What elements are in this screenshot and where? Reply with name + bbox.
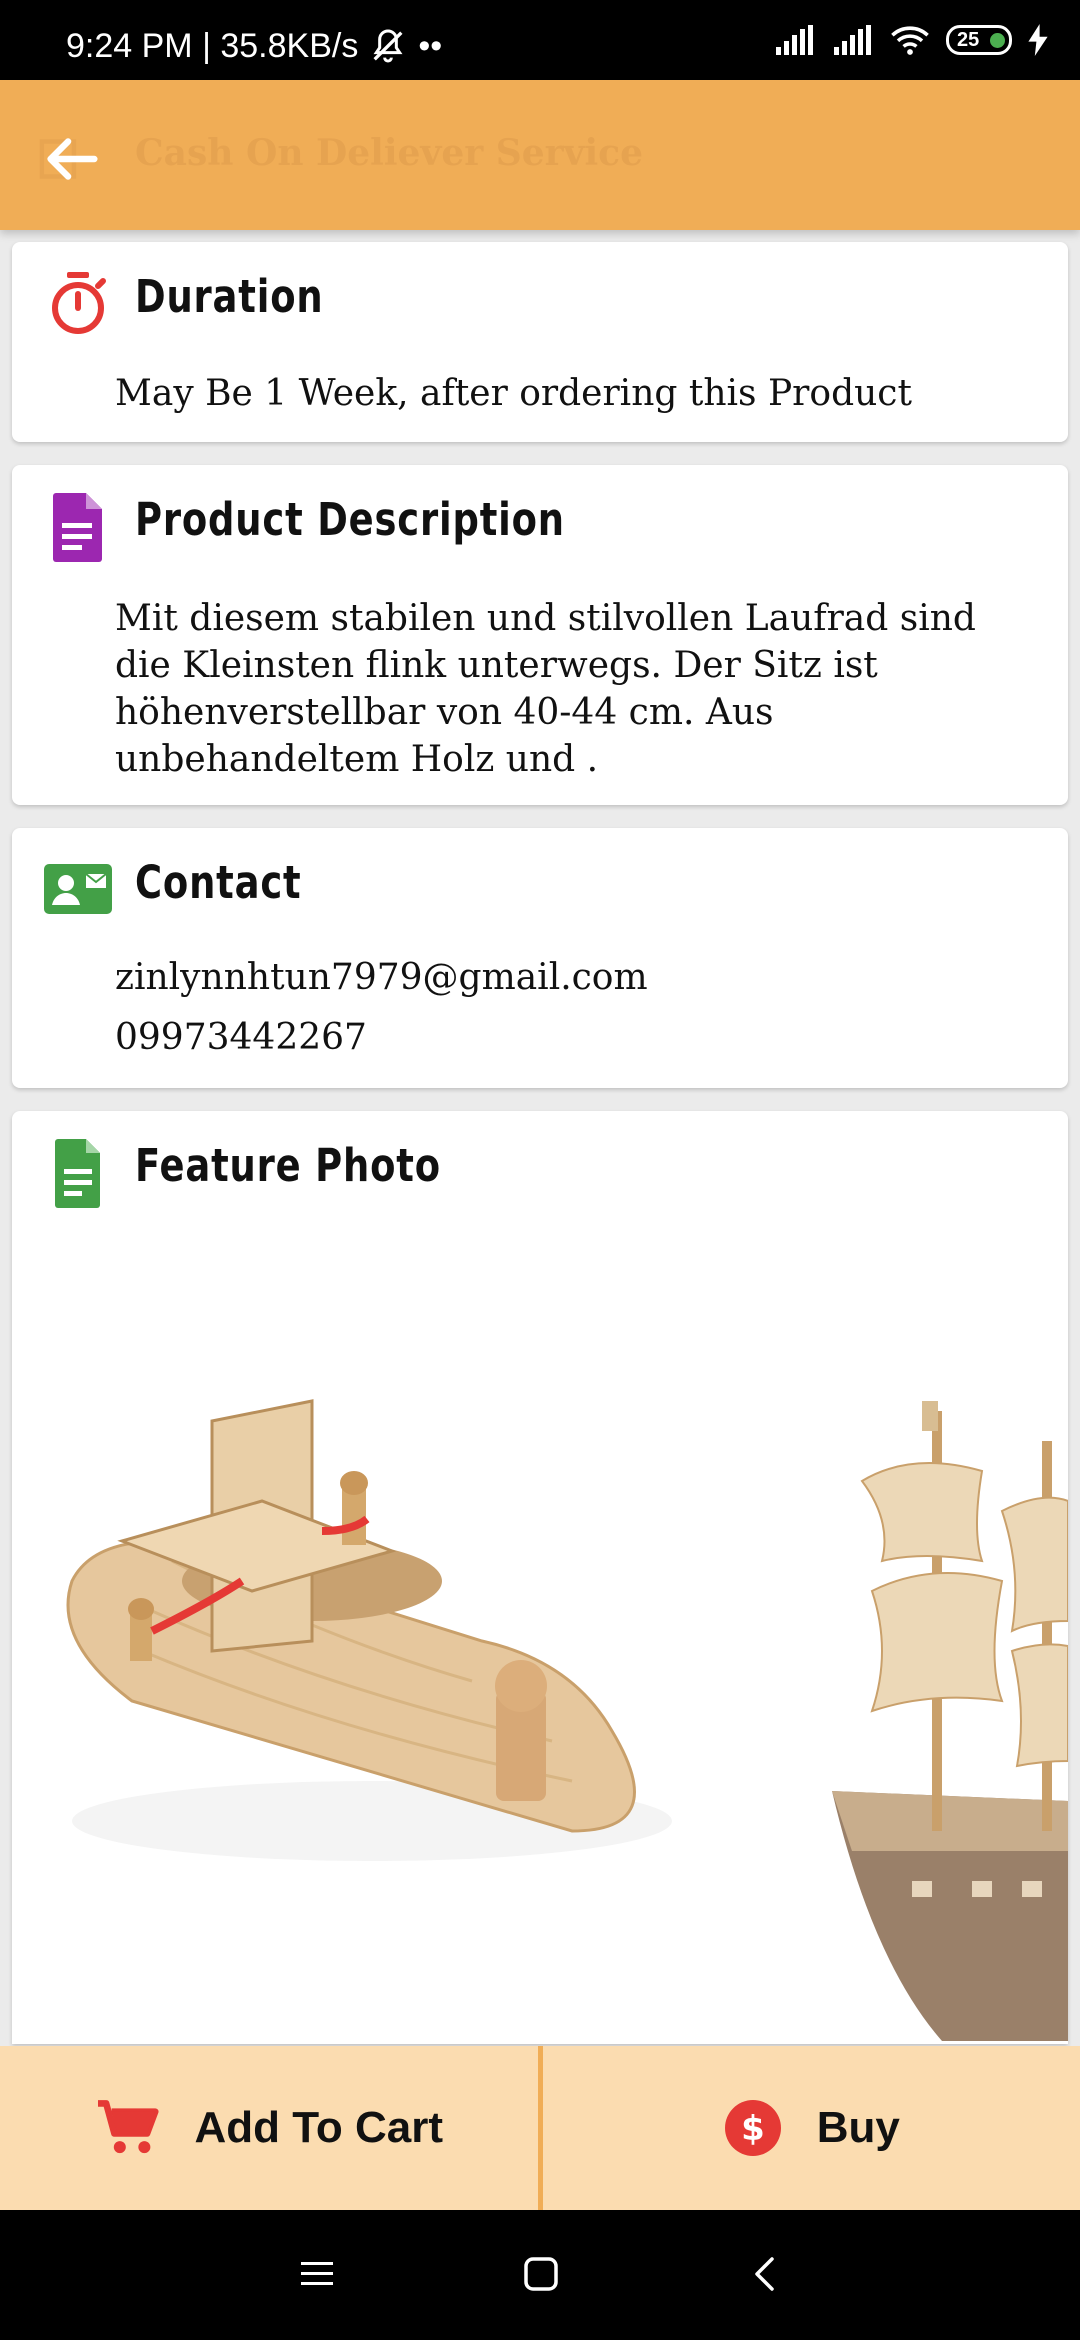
app-bar: Cash On Deliever Service xyxy=(0,80,1080,230)
bottom-action-bar: Add To Cart $ Buy xyxy=(0,2046,1080,2210)
svg-text:$: $ xyxy=(741,2109,765,2149)
back-icon[interactable] xyxy=(752,2256,776,2292)
charging-icon xyxy=(1028,24,1048,56)
description-text: Mit diesem stabilen und stilvollen Laufr… xyxy=(115,598,976,780)
add-to-cart-label: Add To Cart xyxy=(194,2103,444,2152)
contact-phone[interactable]: 09973442267 xyxy=(115,1014,1008,1061)
cart-icon xyxy=(97,2100,159,2154)
feature-heading: Feature Photo xyxy=(135,1139,441,1192)
status-time-speed: 9:24 PM | 35.8KB/s xyxy=(66,26,359,65)
duration-heading: Duration xyxy=(135,270,324,323)
duration-card: Duration May Be 1 Week, after ordering t… xyxy=(12,242,1068,442)
status-dots: •• xyxy=(418,26,443,65)
description-heading: Product Description xyxy=(135,493,565,546)
timer-icon xyxy=(52,272,106,334)
buy-button[interactable]: $ Buy xyxy=(543,2046,1080,2210)
status-bar: 9:24 PM | 35.8KB/s •• 25 xyxy=(0,0,1080,80)
contact-heading: Contact xyxy=(135,856,302,909)
contact-card-icon xyxy=(44,864,112,914)
battery-indicator: 25 xyxy=(946,25,1012,55)
mute-bell-icon xyxy=(373,29,403,63)
feature-photo-card: Feature Photo xyxy=(12,1111,1068,2044)
feature-photo-carousel[interactable] xyxy=(12,1261,1068,2044)
buy-label: Buy xyxy=(816,2103,900,2152)
wooden-ship-photo[interactable] xyxy=(832,1401,1068,2041)
description-card: Product Description Mit diesem stabilen … xyxy=(12,465,1068,805)
contact-email[interactable]: zinlynnhtun7979@gmail.com xyxy=(115,954,1008,1001)
wooden-boat-photo[interactable] xyxy=(66,1399,672,1861)
duration-text: May Be 1 Week, after ordering this Produ… xyxy=(115,373,912,414)
system-nav-bar xyxy=(0,2210,1080,2340)
page-title: Cash On Deliever Service xyxy=(135,132,644,174)
contact-card: Contact zinlynnhtun7979@gmail.com 099734… xyxy=(12,828,1068,1088)
back-arrow-icon[interactable] xyxy=(36,124,106,194)
battery-level: 25 xyxy=(957,28,980,51)
home-icon[interactable] xyxy=(523,2256,559,2292)
menu-icon[interactable] xyxy=(300,2258,334,2290)
wifi-icon xyxy=(891,26,929,55)
document-icon xyxy=(53,493,102,562)
signal-icon xyxy=(776,25,813,55)
dollar-icon: $ xyxy=(724,2100,781,2156)
signal-icon-2 xyxy=(834,25,871,55)
add-to-cart-button[interactable]: Add To Cart xyxy=(0,2046,538,2210)
document-icon xyxy=(55,1139,100,1208)
